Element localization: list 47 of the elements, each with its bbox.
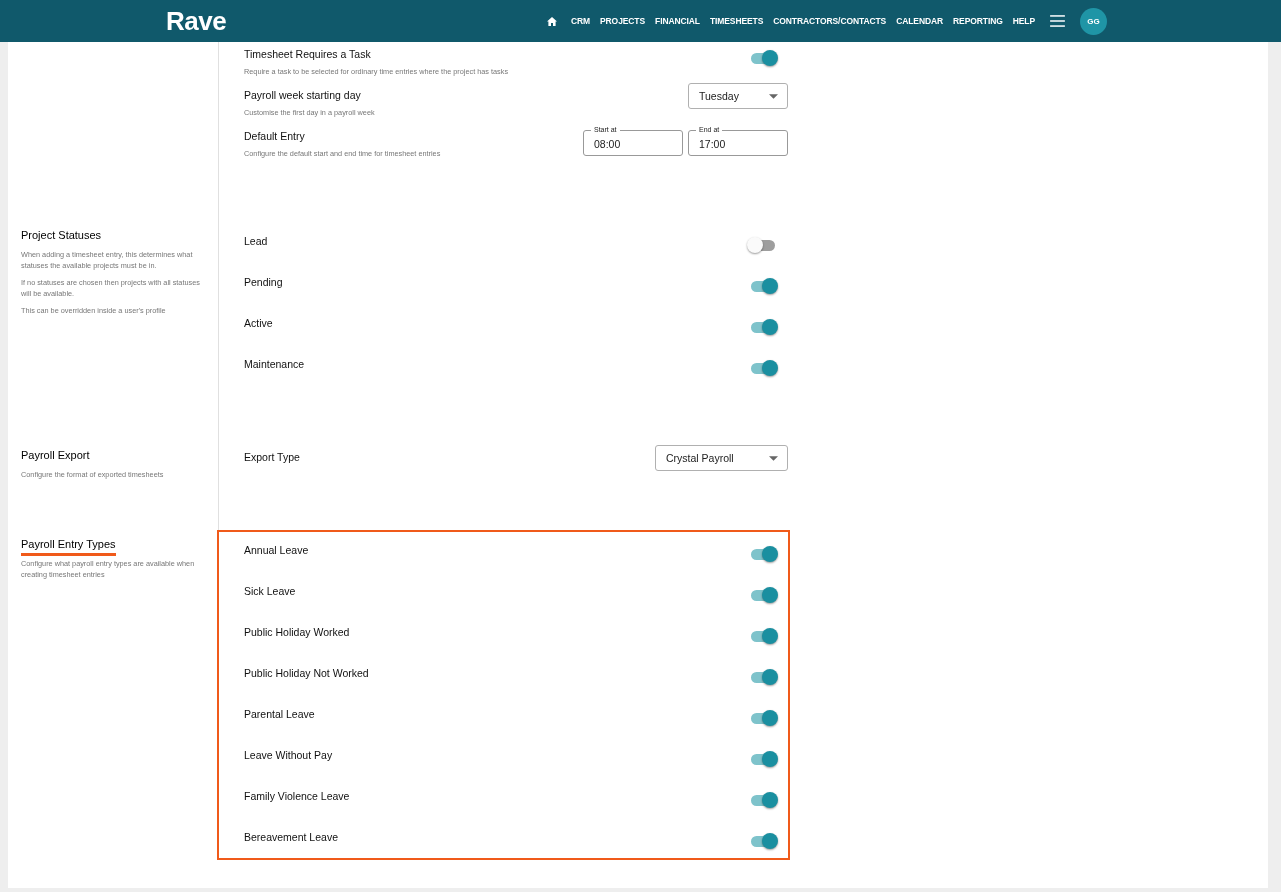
setting-label: Timesheet Requires a Task: [244, 48, 372, 60]
section-title: Payroll Export: [21, 449, 90, 463]
setting-label: Leave Without Pay: [244, 749, 334, 761]
setting-label: Payroll week starting day: [244, 89, 362, 101]
setting-label: Family Violence Leave: [244, 790, 351, 802]
setting-label: Lead: [244, 235, 269, 247]
toggle-switch[interactable]: [751, 672, 775, 683]
setting-label: Sick Leave: [244, 585, 297, 597]
dropdown[interactable]: Crystal Payroll: [655, 445, 788, 471]
setting-label: Default Entry: [244, 130, 306, 142]
setting-label: Pending: [244, 276, 284, 288]
logo[interactable]: Rave: [166, 5, 227, 37]
setting-label: Maintenance: [244, 358, 306, 370]
nav-link[interactable]: PROJECTS: [600, 16, 646, 26]
toggle-switch[interactable]: [751, 713, 775, 724]
toggle-switch[interactable]: [751, 363, 775, 374]
user-avatar[interactable]: GG: [1080, 7, 1107, 35]
caret-icon: [769, 93, 778, 99]
menu-icon[interactable]: [1050, 15, 1065, 27]
caret-icon: [769, 455, 778, 461]
nav-link[interactable]: CONTRACTORS/CONTACTS: [773, 16, 887, 26]
toggle-switch[interactable]: [751, 590, 775, 601]
toggle-switch[interactable]: [751, 795, 775, 806]
setting-label: Annual Leave: [244, 544, 310, 556]
setting-label: Public Holiday Not Worked: [244, 667, 370, 679]
setting-label: Public Holiday Worked: [244, 626, 351, 638]
toggle-switch[interactable]: [751, 53, 775, 64]
dropdown[interactable]: Tuesday: [688, 83, 788, 109]
toggle-switch[interactable]: [751, 836, 775, 847]
nav-link[interactable]: CALENDAR: [896, 16, 944, 26]
toggle-switch[interactable]: [751, 549, 775, 560]
toggle-switch[interactable]: [751, 631, 775, 642]
setting-label: Active: [244, 317, 274, 329]
nav-link[interactable]: HELP: [1012, 16, 1035, 26]
toggle-switch[interactable]: [751, 322, 775, 333]
nav-link[interactable]: REPORTING: [953, 16, 1003, 26]
setting-label: Export Type: [244, 451, 301, 463]
section-title: Payroll Entry Types: [21, 538, 116, 556]
toggle-switch[interactable]: [751, 754, 775, 765]
toggle-switch[interactable]: [751, 281, 775, 292]
setting-label: Bereavement Leave: [244, 831, 339, 843]
nav-link[interactable]: FINANCIAL: [655, 16, 700, 26]
setting-label: Parental Leave: [244, 708, 316, 720]
home-icon[interactable]: [546, 16, 557, 26]
section-title: Project Statuses: [21, 229, 102, 243]
nav-link[interactable]: TIMESHEETS: [709, 16, 764, 26]
nav-link[interactable]: CRM: [570, 16, 590, 26]
